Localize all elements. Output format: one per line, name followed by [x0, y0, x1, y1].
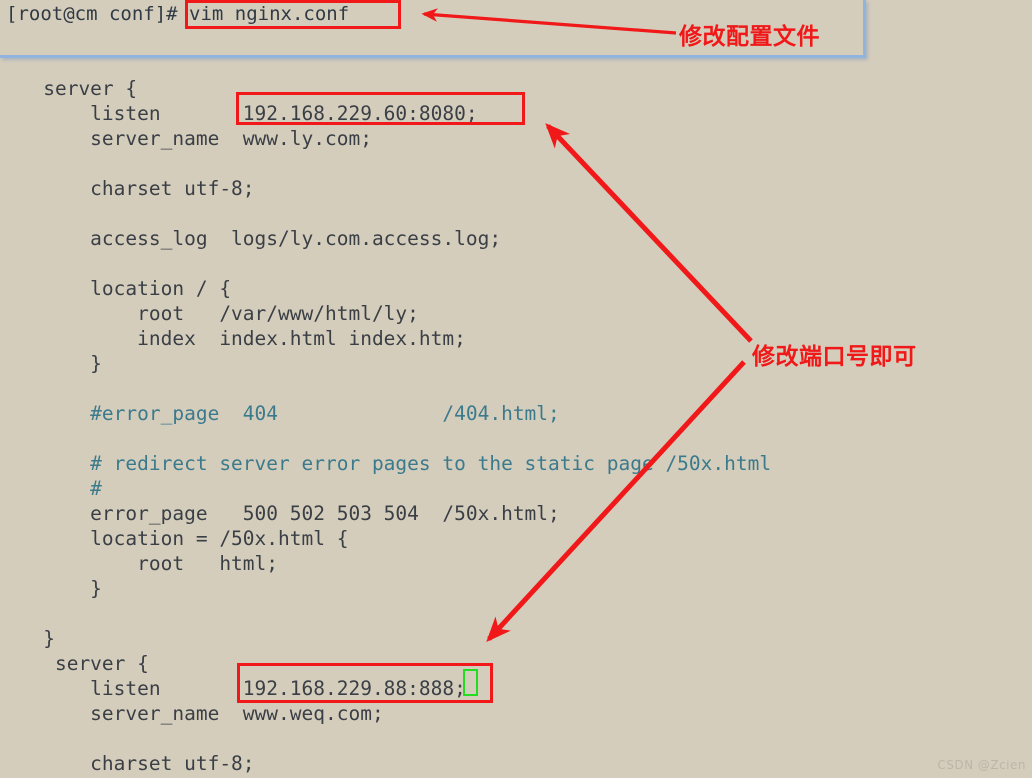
config-line: }: [8, 627, 55, 650]
config-line: server {: [8, 652, 149, 675]
watermark: CSDN @Zcien: [937, 758, 1026, 772]
config-line: #error_page 404 /404.html;: [8, 402, 560, 425]
config-line: [8, 151, 1018, 176]
config-line: server_name www.weq.com;: [8, 702, 384, 725]
config-line: charset utf-8;: [8, 177, 255, 200]
annotation-label-edit-config: 修改配置文件: [679, 24, 820, 50]
config-line: access_log logs/ly.com.access.log;: [8, 227, 502, 250]
config-line: [8, 201, 1018, 226]
config-line: [8, 601, 1018, 626]
config-line: listen 192.168.229.60:8080;: [8, 102, 478, 125]
config-line: [8, 726, 1018, 751]
screenshot-root: [root@cm conf]# vim nginx.conf server { …: [0, 0, 1032, 778]
config-line: }: [8, 577, 102, 600]
nginx-config-text: server { listen 192.168.229.60:8080; ser…: [8, 76, 1018, 776]
config-line: listen 192.168.229.88:888;: [8, 677, 466, 700]
shell-prompt: [root@cm conf]#: [6, 3, 190, 25]
config-line: [8, 251, 1018, 276]
config-line: server {: [8, 77, 138, 100]
annotation-label-change-port: 修改端口号即可: [752, 344, 917, 370]
config-line: error_page 500 502 503 504 /50x.html;: [8, 502, 560, 525]
config-line: location / {: [8, 277, 232, 300]
config-line: [8, 426, 1018, 451]
config-line: # redirect server error pages to the sta…: [8, 452, 772, 475]
config-line: root /var/www/html/ly;: [8, 302, 419, 325]
config-line: charset utf-8;: [8, 752, 255, 775]
config-line: #: [8, 477, 102, 500]
config-line: server_name www.ly.com;: [8, 127, 372, 150]
config-line: location = /50x.html {: [8, 527, 349, 550]
terminal-prompt-line: [root@cm conf]# vim nginx.conf: [6, 2, 349, 26]
config-line: root html;: [8, 552, 279, 575]
config-line: [8, 376, 1018, 401]
shell-command: vim nginx.conf: [189, 3, 350, 25]
